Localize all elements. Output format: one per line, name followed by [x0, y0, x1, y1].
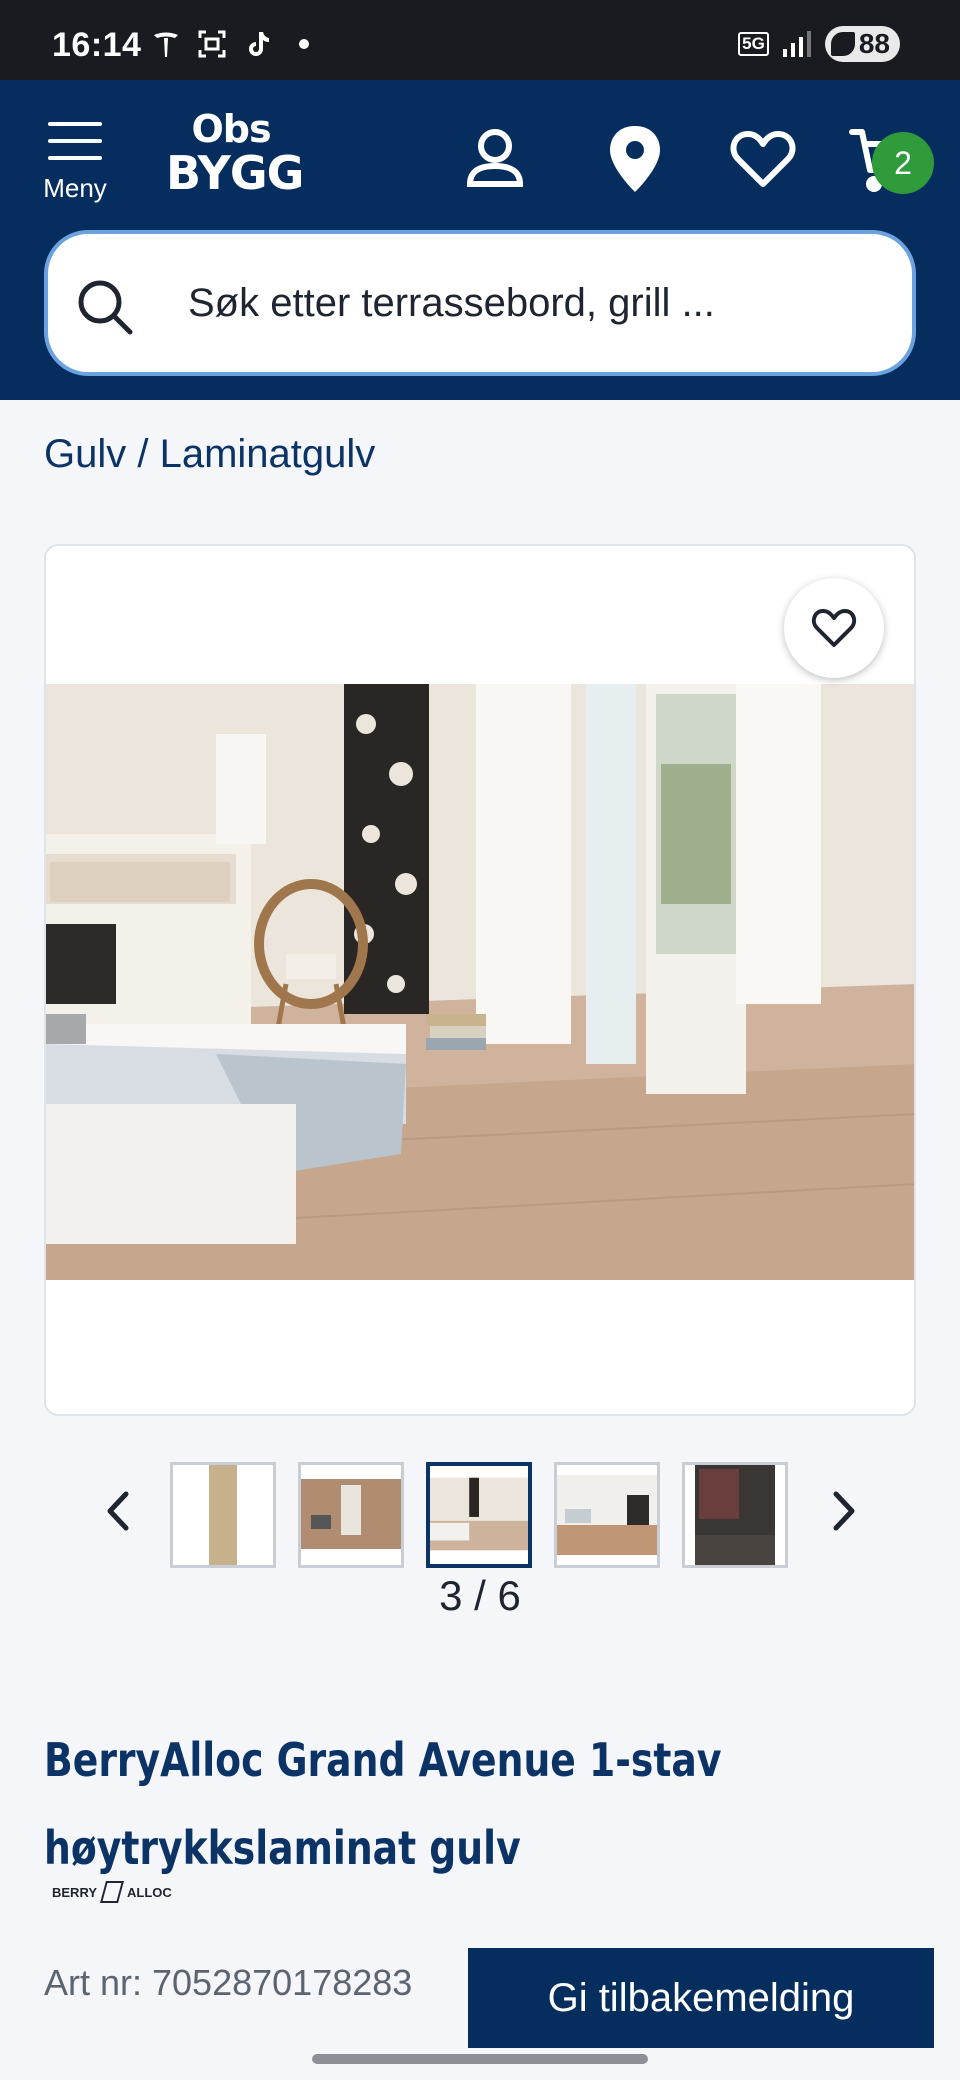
hamburger-icon [48, 122, 102, 160]
heart-outline-icon [811, 609, 857, 647]
wishlist-button[interactable] [728, 122, 798, 196]
logo-line-1: Obs [191, 107, 271, 151]
logo-line-2: BYGG [166, 146, 304, 200]
battery-saver-icon [830, 32, 855, 56]
product-main-image[interactable] [46, 684, 916, 1280]
thumbnail-5[interactable] [682, 1462, 788, 1568]
status-time: 16:14 [52, 26, 142, 64]
battery-indicator: 88 [824, 26, 900, 62]
status-icons-right: 5G 88 [738, 26, 900, 62]
product-title-line-1: BerryAlloc Grand Avenue 1-stav [44, 1733, 722, 1787]
status-icons-left [150, 28, 320, 60]
cart-button[interactable]: 2 [848, 122, 948, 196]
brand-logo-right: ALLOC [127, 1884, 172, 1900]
thumbnail-4[interactable] [554, 1462, 660, 1568]
status-bar: 16:14 5G 88 [0, 0, 960, 80]
brand-logo[interactable]: BERRY ALLOC [52, 1878, 172, 1906]
search-icon [78, 280, 133, 335]
chevron-left-icon[interactable] [94, 1486, 144, 1536]
chevron-right-icon[interactable] [818, 1486, 868, 1536]
breadcrumb-item-laminatgulv[interactable]: Laminatgulv [160, 432, 376, 476]
scan-icon [196, 28, 228, 60]
home-indicator[interactable] [312, 2054, 648, 2064]
heart-icon [730, 131, 796, 187]
search-bar[interactable] [44, 230, 916, 376]
account-button[interactable] [460, 122, 530, 196]
feedback-button[interactable]: Gi tilbakemelding [468, 1948, 934, 2048]
network-type-label: 5G [738, 32, 769, 56]
menu-button[interactable]: Meny [36, 122, 114, 212]
obs-bygg-logo[interactable]: Obs BYGG [166, 107, 304, 206]
tiktok-icon [242, 28, 274, 60]
tesla-icon [150, 28, 182, 60]
location-pin-icon [610, 126, 660, 192]
thumbnail-2[interactable] [298, 1462, 404, 1568]
breadcrumb-item-gulv[interactable]: Gulv [44, 432, 126, 476]
favorite-button[interactable] [784, 578, 884, 678]
breadcrumb-separator: / [126, 432, 160, 476]
product-title: BerryAlloc Grand Avenue 1-stav høytrykks… [44, 1716, 864, 1892]
thumbnail-1[interactable] [170, 1462, 276, 1568]
image-counter: 3 / 6 [439, 1572, 521, 1619]
product-title-line-2: høytrykkslaminat gulv [44, 1821, 521, 1875]
store-locator-button[interactable] [600, 122, 670, 196]
battery-level: 88 [858, 28, 890, 59]
search-input[interactable] [188, 272, 878, 334]
cart-count-badge: 2 [872, 132, 934, 194]
thumbnail-strip [0, 1458, 960, 1568]
thumbnail-3[interactable] [426, 1462, 532, 1568]
user-icon [466, 129, 524, 187]
dot-icon [288, 28, 320, 60]
article-number: Art nr: 7052870178283 [44, 1962, 413, 2003]
menu-label: Meny [43, 173, 107, 203]
page: 16:14 5G 88 Meny Obs BYGG 2 Søk etter te… [0, 0, 960, 2080]
product-image-card[interactable] [44, 544, 916, 1416]
brand-logo-left: BERRY [52, 1884, 98, 1900]
breadcrumb: Gulv / Laminatgulv [44, 432, 375, 477]
site-header: Meny Obs BYGG 2 [0, 80, 960, 400]
signal-icon [781, 28, 813, 60]
berryalloc-mark-icon [100, 1881, 124, 1903]
